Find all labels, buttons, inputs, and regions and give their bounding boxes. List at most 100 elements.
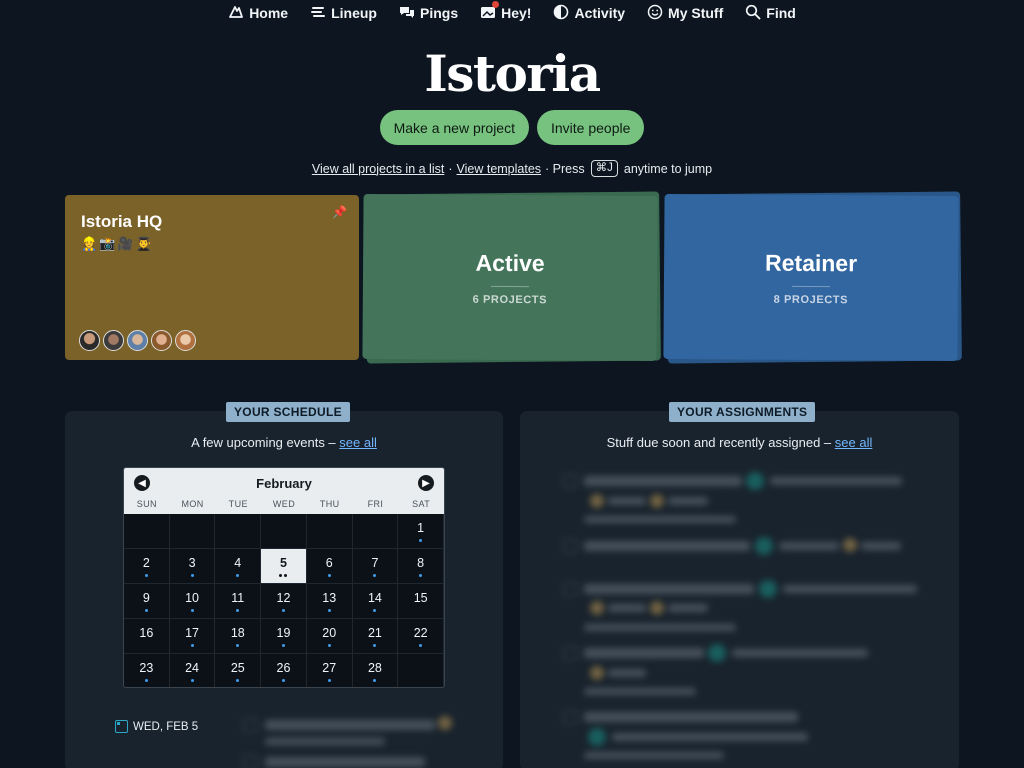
calendar-day[interactable]: 15 bbox=[398, 584, 444, 619]
calendar-day[interactable]: 4 bbox=[215, 549, 262, 584]
calendar-day[interactable]: 22 bbox=[398, 619, 444, 654]
calendar-day[interactable]: 10 bbox=[169, 584, 216, 619]
event-dots bbox=[327, 643, 331, 647]
project-count: 6 PROJECTS bbox=[472, 293, 548, 306]
nav-hey[interactable]: Hey! bbox=[480, 0, 531, 23]
calendar-day[interactable]: 17 bbox=[169, 619, 216, 654]
avatar[interactable] bbox=[79, 330, 100, 351]
calendar-day[interactable]: 19 bbox=[261, 619, 307, 654]
calendar-day[interactable]: 24 bbox=[170, 654, 216, 687]
calendar-day-number: 4 bbox=[234, 555, 242, 570]
avatar[interactable] bbox=[127, 330, 148, 351]
make-new-project-button[interactable]: Make a new project bbox=[379, 110, 529, 145]
calendar-day-number: 9 bbox=[142, 590, 150, 605]
event-dots bbox=[327, 678, 331, 682]
calendar-day[interactable]: 3 bbox=[169, 549, 216, 584]
calendar-day[interactable]: 18 bbox=[215, 619, 262, 654]
event-dots bbox=[419, 643, 423, 647]
project-count: 8 PROJECTS bbox=[773, 293, 849, 306]
event-dot bbox=[419, 643, 423, 647]
event-dots bbox=[327, 573, 331, 577]
nav-home-label: Home bbox=[249, 5, 289, 21]
card-title: Active bbox=[475, 249, 545, 276]
event-dots bbox=[281, 643, 285, 647]
event-dots bbox=[236, 643, 240, 647]
pin-icon[interactable]: 📌 bbox=[332, 205, 347, 219]
event-dots bbox=[327, 608, 331, 612]
weekday-header: WED bbox=[272, 499, 296, 509]
event-dot bbox=[190, 643, 194, 647]
event-dots bbox=[373, 573, 377, 577]
search-icon bbox=[745, 4, 761, 23]
assignments-see-all-link[interactable]: see all bbox=[835, 435, 873, 450]
calendar-day[interactable]: 1 bbox=[398, 514, 444, 549]
project-card-istoria-hq[interactable]: Istoria HQ 👷📸🎥👨‍🎓 📌 bbox=[65, 195, 359, 360]
nav-home[interactable]: Home bbox=[228, 4, 288, 23]
calendar-day-number: 1 bbox=[417, 520, 425, 535]
avatar[interactable] bbox=[103, 330, 124, 351]
weekday-header: FRI bbox=[367, 499, 384, 509]
project-card-active[interactable]: Active 6 PROJECTS bbox=[362, 193, 658, 362]
event-dot bbox=[373, 608, 377, 612]
nav-my-stuff-label: My Stuff bbox=[668, 5, 724, 21]
calendar-day[interactable]: 27 bbox=[307, 654, 353, 687]
card-divider bbox=[791, 285, 830, 287]
assignments-subtitle: Stuff due soon and recently assigned – s… bbox=[520, 435, 959, 450]
view-all-projects-link[interactable]: View all projects in a list bbox=[312, 162, 444, 176]
notification-dot bbox=[492, 0, 500, 8]
card-divider bbox=[490, 285, 529, 287]
invite-people-button[interactable]: Invite people bbox=[537, 110, 645, 145]
calendar-day-number: 2 bbox=[142, 555, 150, 570]
project-card-retainer[interactable]: Retainer 8 PROJECTS bbox=[663, 193, 959, 362]
schedule-see-all-link[interactable]: see all bbox=[339, 435, 377, 450]
schedule-badge[interactable]: YOUR SCHEDULE bbox=[226, 402, 350, 422]
member-avatars bbox=[79, 330, 196, 351]
nav-activity[interactable]: Activity bbox=[553, 4, 625, 23]
calendar-day[interactable]: 26 bbox=[261, 654, 307, 687]
nav-my-stuff[interactable]: My Stuff bbox=[647, 4, 723, 23]
calendar-day[interactable]: 9 bbox=[124, 584, 170, 619]
calendar-day[interactable]: 5 bbox=[261, 549, 307, 584]
primary-actions: Make a new project Invite people bbox=[0, 110, 1024, 145]
calendar-day[interactable]: 11 bbox=[215, 584, 262, 619]
calendar-day-number: 15 bbox=[413, 590, 428, 605]
calendar-day-number: 23 bbox=[139, 660, 154, 675]
calendar-day[interactable]: 2 bbox=[124, 549, 170, 584]
calendar-day-number: 12 bbox=[276, 590, 291, 605]
calendar-day[interactable]: 16 bbox=[124, 619, 170, 654]
nav-pings[interactable]: Pings bbox=[399, 4, 458, 23]
event-dot bbox=[236, 678, 240, 682]
calendar-day[interactable]: 28 bbox=[353, 654, 399, 687]
home-icon bbox=[228, 4, 244, 23]
avatar[interactable] bbox=[151, 330, 172, 351]
calendar-day[interactable]: 21 bbox=[352, 619, 399, 654]
next-month-button[interactable]: ▶ bbox=[418, 475, 434, 491]
calendar-empty-cell bbox=[215, 514, 262, 549]
calendar-empty-cell bbox=[124, 514, 170, 549]
event-dots bbox=[373, 643, 377, 647]
schedule-date-label: WED, FEB 5 bbox=[133, 720, 199, 733]
calendar-day[interactable]: 14 bbox=[352, 584, 399, 619]
quick-links: View all projects in a list · View templ… bbox=[0, 160, 1024, 177]
event-dots bbox=[190, 643, 194, 647]
event-dot bbox=[144, 608, 148, 612]
nav-lineup[interactable]: Lineup bbox=[310, 4, 377, 23]
calendar-day[interactable]: 12 bbox=[261, 584, 307, 619]
assignments-badge[interactable]: YOUR ASSIGNMENTS bbox=[669, 402, 816, 422]
pings-icon bbox=[399, 4, 415, 23]
calendar-month: February bbox=[256, 476, 312, 491]
calendar-empty-cell bbox=[306, 514, 353, 549]
event-dot bbox=[419, 573, 423, 577]
event-dots bbox=[279, 573, 288, 577]
avatar[interactable] bbox=[175, 330, 196, 351]
calendar-day[interactable]: 20 bbox=[306, 619, 353, 654]
calendar-day[interactable]: 6 bbox=[306, 549, 353, 584]
calendar-day[interactable]: 7 bbox=[352, 549, 399, 584]
calendar-day[interactable]: 13 bbox=[306, 584, 353, 619]
calendar-day[interactable]: 25 bbox=[215, 654, 262, 687]
calendar-day-number: 16 bbox=[139, 625, 154, 640]
nav-find[interactable]: Find bbox=[745, 4, 796, 23]
view-templates-link[interactable]: View templates bbox=[457, 162, 542, 176]
calendar-day[interactable]: 23 bbox=[124, 654, 170, 687]
calendar-day[interactable]: 8 bbox=[398, 549, 444, 584]
